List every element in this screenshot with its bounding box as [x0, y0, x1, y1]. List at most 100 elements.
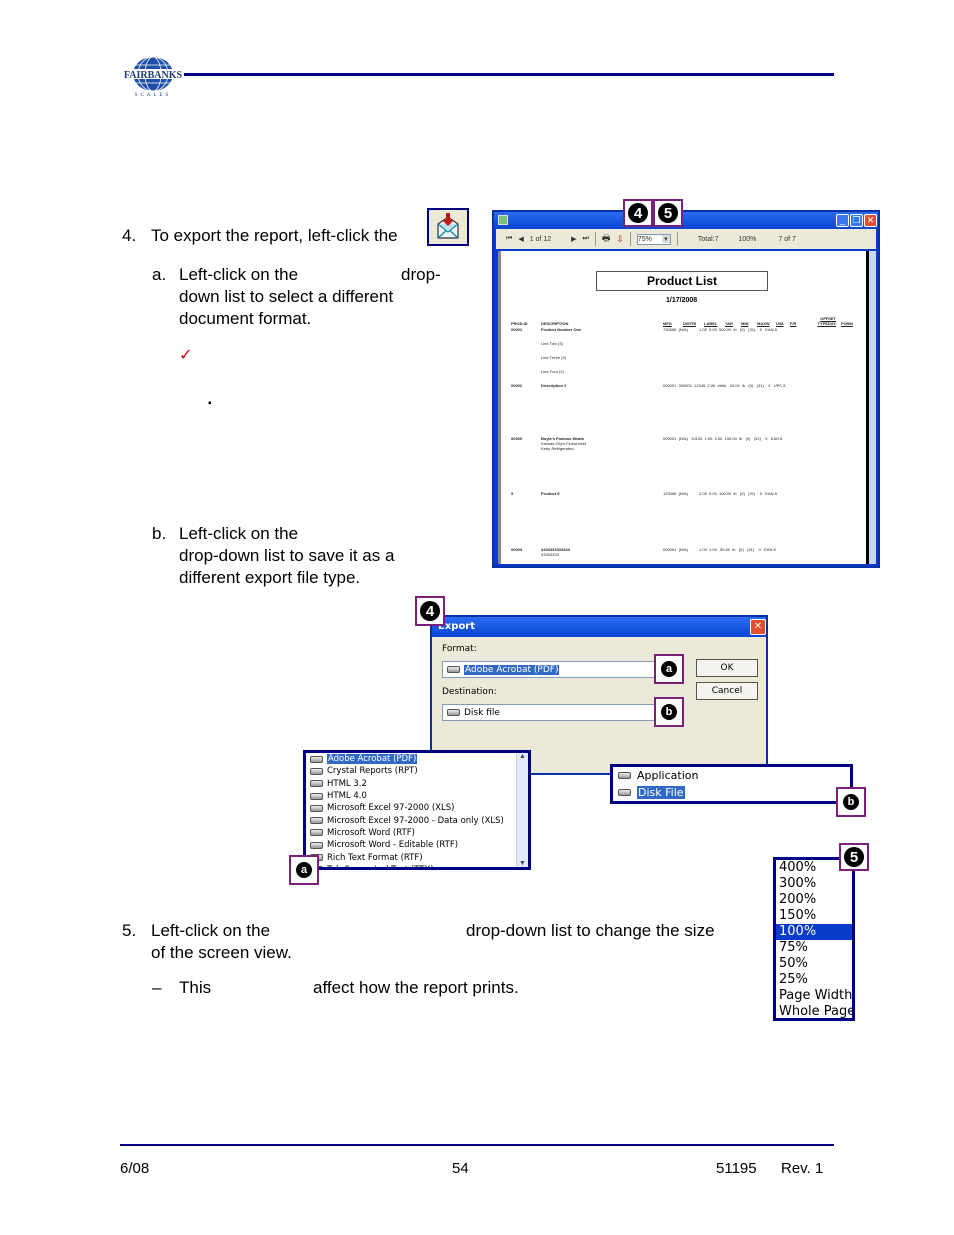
- percent-readout: 100%: [738, 235, 757, 243]
- format-option[interactable]: Microsoft Word - Editable (RTF): [306, 839, 528, 851]
- dialog-close-button[interactable]: ✕: [750, 619, 766, 635]
- format-option-label: Microsoft Word - Editable (RTF): [327, 840, 459, 851]
- drive-icon: [310, 817, 323, 825]
- col-um: U/M: [776, 321, 784, 326]
- callout-b-label: b: [843, 794, 859, 810]
- destination-option[interactable]: Disk File: [613, 784, 850, 801]
- drive-icon: [310, 767, 323, 775]
- footer-rule: [120, 1144, 834, 1146]
- cancel-button[interactable]: Cancel: [696, 682, 758, 700]
- report-row-extra-line: Line Four (2): [541, 369, 564, 374]
- step5-note-start: This: [179, 978, 212, 997]
- toolbar-divider: [594, 232, 596, 246]
- restore-button[interactable]: ❐: [850, 214, 863, 227]
- zoom-option[interactable]: 150%: [776, 908, 852, 924]
- print-icon[interactable]: 🖶: [602, 231, 611, 247]
- step4a-line1: Left-click on the: [179, 265, 299, 284]
- format-option[interactable]: Microsoft Word (RTF): [306, 827, 528, 839]
- zoom-list[interactable]: 400% 300% 200% 150% 100% 75% 50% 25% Page Width W…: [773, 857, 855, 1021]
- col-tar: TAR: [725, 321, 733, 326]
- report-row-extra-line: Line Three (3): [541, 355, 567, 360]
- destination-option-label: Disk File: [637, 786, 685, 799]
- report-row-id: 00001: [511, 327, 523, 332]
- callout-4-label: 4: [628, 203, 648, 223]
- step4-text: To export the report, left-click the: [151, 226, 398, 245]
- destination-option[interactable]: Application: [613, 767, 850, 784]
- logo-text: FAIRBANKS: [124, 70, 183, 81]
- drive-icon: [618, 772, 631, 779]
- drive-icon: [310, 804, 323, 812]
- prev-page-button[interactable]: ◀: [518, 235, 523, 243]
- format-option[interactable]: Microsoft Excel 97-2000 (XLS): [306, 802, 528, 814]
- format-option[interactable]: Tab-Separated Text (TTX): [306, 864, 528, 867]
- format-option-label: Microsoft Excel 97-2000 (XLS): [327, 803, 455, 814]
- destination-items: Application Disk File: [613, 767, 850, 801]
- destination-dropdown[interactable]: Disk file: [442, 704, 656, 721]
- scroll-down-icon[interactable]: ▼: [517, 860, 528, 867]
- step5-line1-start: Left-click on the: [151, 921, 271, 940]
- format-option[interactable]: Crystal Reports (RPT): [306, 765, 528, 777]
- report-row-extra-line: Line Two (3): [541, 341, 563, 346]
- report-row-values: 123456 (N/A) 2.00 0.00 100.00 lb (0) (31…: [663, 491, 777, 496]
- format-value: Adobe Acrobat (PDF): [464, 664, 560, 675]
- step4b-line2: drop-down list to save it as a: [179, 546, 395, 565]
- callout-a-label: a: [661, 661, 677, 677]
- viewer-scrollbar[interactable]: [866, 251, 876, 564]
- zoom-option[interactable]: 300%: [776, 876, 852, 892]
- step5-number: 5.: [122, 921, 137, 940]
- zoom-option[interactable]: 200%: [776, 892, 852, 908]
- ok-button[interactable]: OK: [696, 659, 758, 677]
- header-rule: [184, 73, 834, 76]
- total-records: Total:7: [697, 235, 719, 243]
- format-option-label: HTML 4.0: [327, 791, 367, 802]
- report-row-values: 730656 (N/A) 1.00 0.00 500.00 lb (0) (31…: [663, 327, 777, 332]
- step4b-letter: b.: [152, 524, 167, 543]
- format-dropdown[interactable]: Adobe Acrobat (PDF): [442, 661, 656, 678]
- step4a-line2: down list to select a different: [179, 287, 394, 306]
- col-maxw: MAXW: [757, 321, 770, 326]
- format-list[interactable]: Adobe Acrobat (PDF) Crystal Reports (RPT)…: [303, 750, 531, 870]
- format-list-scrollbar[interactable]: ▲ ▼: [516, 753, 528, 867]
- zoom-option[interactable]: 50%: [776, 956, 852, 972]
- format-option[interactable]: Microsoft Excel 97-2000 - Data only (XLS…: [306, 814, 528, 826]
- zoom-option[interactable]: 75%: [776, 940, 852, 956]
- zoom-option[interactable]: Page Width: [776, 988, 852, 1004]
- close-button[interactable]: ✕: [864, 214, 877, 227]
- scroll-up-icon[interactable]: ▲: [517, 753, 528, 760]
- col-label: LABEL: [704, 321, 718, 326]
- export-envelope-icon: [437, 213, 459, 239]
- format-option[interactable]: Adobe Acrobat (PDF): [306, 753, 528, 765]
- step5-note-end: affect how the report prints.: [313, 978, 519, 997]
- destination-list[interactable]: Application Disk File: [610, 764, 853, 804]
- format-items: Adobe Acrobat (PDF) Crystal Reports (RPT)…: [306, 753, 528, 867]
- zoom-option[interactable]: 25%: [776, 972, 852, 988]
- format-option[interactable]: HTML 4.0: [306, 790, 528, 802]
- next-page-button[interactable]: ▶: [571, 235, 576, 243]
- step4a-line1-end: drop-: [401, 265, 441, 284]
- last-page-button[interactable]: ⏭: [583, 235, 589, 243]
- format-option[interactable]: Rich Text Format (RTF): [306, 851, 528, 863]
- footer-page-number: 54: [452, 1160, 469, 1177]
- app-icon: [498, 215, 508, 225]
- first-page-button[interactable]: ⏮: [506, 235, 512, 243]
- callout-5-label: 5: [658, 203, 678, 223]
- zoom-option[interactable]: 100%: [776, 924, 852, 940]
- drive-icon: [310, 780, 323, 788]
- export-button[interactable]: [427, 208, 469, 246]
- zoom-items: 400% 300% 200% 150% 100% 75% 50% 25% Page Width W…: [776, 860, 855, 1020]
- callout-b-label: b: [661, 704, 677, 720]
- minimize-button[interactable]: _: [836, 214, 849, 227]
- col-mfg: MFG: [663, 321, 672, 326]
- report-row-extra-line: Keep Refrigerated: [541, 446, 574, 451]
- viewer-titlebar: _ ❐ ✕: [494, 212, 878, 229]
- dialog-title: Export: [432, 617, 766, 637]
- toolbar-divider: [629, 232, 631, 246]
- format-option-label: Microsoft Word (RTF): [327, 827, 415, 838]
- format-option[interactable]: HTML 3.2: [306, 778, 528, 790]
- export-icon[interactable]: ⇩: [616, 234, 624, 245]
- toolbar-divider: [676, 232, 678, 246]
- zoom-option[interactable]: Whole Page: [776, 1004, 855, 1020]
- zoom-dropdown[interactable]: 75% ▾: [636, 233, 671, 245]
- bullet-icon: ▪: [208, 398, 212, 409]
- callout-a-label: a: [296, 862, 312, 878]
